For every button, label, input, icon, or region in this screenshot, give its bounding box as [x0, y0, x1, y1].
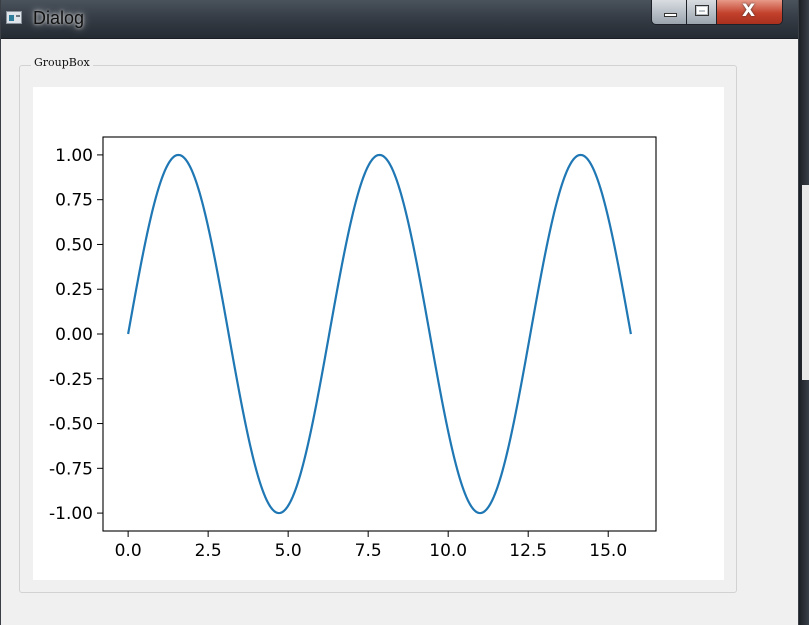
y-tick-label: -0.25	[49, 370, 93, 390]
background-edge	[799, 0, 809, 625]
y-tick-label: -1.00	[49, 504, 93, 524]
x-tick-label: 12.5	[509, 541, 547, 561]
y-tick-label: 0.00	[55, 325, 93, 345]
title-bar[interactable]: Dialog X	[1, 0, 798, 39]
y-tick-label: -0.75	[49, 459, 93, 479]
sine-line	[127, 153, 632, 515]
axes-frame	[102, 136, 657, 532]
app-icon	[6, 11, 22, 24]
minimize-button[interactable]	[651, 0, 687, 25]
minimize-icon	[664, 13, 677, 17]
x-tick-label: 15.0	[589, 541, 627, 561]
maximize-icon	[695, 5, 709, 16]
close-icon: X	[742, 1, 756, 21]
close-button[interactable]: X	[717, 0, 783, 25]
groupbox-title: GroupBox	[31, 56, 93, 69]
plot-canvas: 0.0 2.5 5.0 7.5 10.0 12.5 15.0 1.00 0.75 0.50 0.25…	[33, 87, 724, 580]
y-tick-label: -0.50	[49, 415, 93, 435]
x-tick-label: 2.5	[195, 541, 222, 561]
background-scrollbar	[802, 185, 809, 380]
x-tick-label: 5.0	[275, 541, 302, 561]
y-tick-label: 0.50	[55, 235, 93, 255]
x-tick-label: 7.5	[355, 541, 382, 561]
y-tick-label: 0.25	[55, 280, 93, 300]
window-title: Dialog	[33, 8, 85, 28]
y-tick-label: 0.75	[55, 191, 93, 211]
maximize-button[interactable]	[687, 0, 717, 25]
caption-buttons: X	[651, 0, 789, 26]
x-tick-label: 10.0	[429, 541, 467, 561]
dialog-window: Dialog X GroupBox 0.0 2.5 5.0 7.5 10.0 12.5 15…	[0, 0, 799, 625]
y-tick-label: 1.00	[55, 146, 93, 166]
sine-plot: 0.0 2.5 5.0 7.5 10.0 12.5 15.0 1.00 0.75 0.50 0.25…	[49, 136, 657, 561]
x-tick-label: 0.0	[115, 541, 142, 561]
